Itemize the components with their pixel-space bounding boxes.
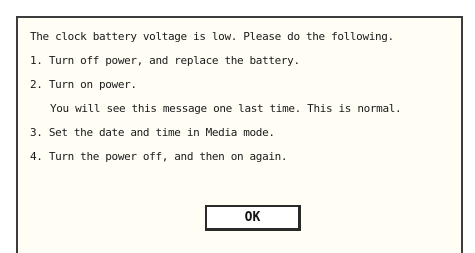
message-line-6: 4. Turn the power off, and then on again… — [30, 150, 288, 163]
ok-button[interactable]: OK — [205, 205, 301, 231]
message-line-2: 1. Turn off power, and replace the batte… — [30, 54, 300, 67]
message-line-3: 2. Turn on power. — [30, 78, 137, 91]
message-line-5: 3. Set the date and time in Media mode. — [30, 126, 275, 139]
message-line-1: The clock battery voltage is low. Please… — [30, 30, 394, 43]
message-line-4: You will see this message one last time.… — [50, 102, 402, 115]
battery-warning-dialog: The clock battery voltage is low. Please… — [16, 16, 463, 253]
ok-button-label: OK — [244, 210, 261, 225]
